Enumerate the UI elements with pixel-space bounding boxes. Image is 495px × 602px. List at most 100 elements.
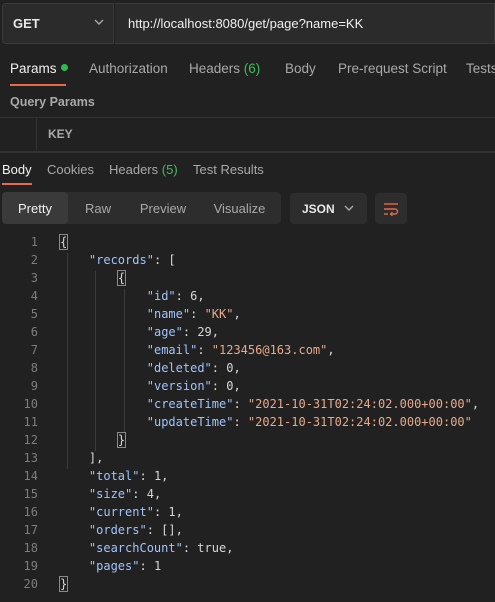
pane-divider[interactable] xyxy=(0,152,495,153)
json-key: "size" xyxy=(88,487,133,501)
code-line: } xyxy=(116,432,127,448)
wrap-lines-button[interactable] xyxy=(375,193,407,224)
json-key: "searchCount" xyxy=(88,541,183,555)
code-line: "current": 1, xyxy=(89,505,183,519)
json-key: "id" xyxy=(146,289,176,303)
brace-close: } xyxy=(116,432,127,448)
tab-prerequest-script[interactable]: Pre-request Script xyxy=(338,61,447,76)
code-line: ], xyxy=(89,451,103,465)
json-key: "createTime" xyxy=(146,397,234,411)
line-number: 1 xyxy=(30,235,38,249)
code-line: { xyxy=(58,234,69,250)
tab-headers[interactable]: Headers (6) xyxy=(189,61,260,76)
query-params-title: Query Params xyxy=(10,95,95,109)
raw-button[interactable]: Raw xyxy=(68,192,128,224)
json-key: "name" xyxy=(146,307,191,321)
line-number: 19 xyxy=(23,559,38,573)
tab-response-headers[interactable]: Headers (5) xyxy=(109,162,178,177)
indent-guide xyxy=(95,271,96,451)
code-line: { xyxy=(116,270,127,286)
code-line: "deleted": 0, xyxy=(147,361,241,375)
tab-headers-label: Headers xyxy=(189,61,241,76)
line-number: 16 xyxy=(23,505,38,519)
punctuation: , xyxy=(327,343,335,357)
punctuation: : xyxy=(233,415,248,429)
code-line: "pages": 1 xyxy=(89,559,161,573)
line-number: 11 xyxy=(23,415,38,429)
tab-params[interactable]: Params xyxy=(10,61,68,76)
punctuation: , xyxy=(233,379,241,393)
tab-cookies[interactable]: Cookies xyxy=(47,162,94,177)
punctuation: , xyxy=(471,397,480,411)
tab-tests[interactable]: Tests xyxy=(466,61,495,76)
indent-guide xyxy=(124,289,125,433)
code-line: "email": "123456@163.com", xyxy=(147,343,335,357)
active-response-tab-underline xyxy=(2,183,32,185)
json-key: "version" xyxy=(146,379,212,393)
url-input[interactable]: http://localhost:8080/get/page?name=KK xyxy=(115,3,495,44)
json-value: "2021-10-31T02:24:02.000+00:00" xyxy=(247,415,472,429)
line-number: 5 xyxy=(30,307,38,321)
code-line: "version": 0, xyxy=(147,379,241,393)
json-value: 1 xyxy=(168,505,176,519)
json-key: "records" xyxy=(88,253,154,267)
line-number: 7 xyxy=(30,343,38,357)
method-select[interactable]: GET xyxy=(2,3,114,44)
code-line: "size": 4, xyxy=(89,487,161,501)
code-line: "records": [ xyxy=(89,253,176,267)
code-line: "name": "KK", xyxy=(147,307,241,321)
preview-button[interactable]: Preview xyxy=(128,192,198,224)
line-number: 12 xyxy=(23,433,38,447)
punctuation: , xyxy=(233,307,241,321)
code-line: "createTime": "2021-10-31T02:24:02.000+0… xyxy=(147,397,479,411)
tab-body[interactable]: Body xyxy=(285,61,316,76)
json-value: "2021-10-31T02:24:02.000+00:00" xyxy=(247,397,472,411)
punctuation: : [ xyxy=(153,253,176,267)
tab-test-results[interactable]: Test Results xyxy=(193,162,264,177)
line-number: 3 xyxy=(30,271,38,285)
params-active-dot xyxy=(60,64,68,71)
params-table-header xyxy=(0,117,495,152)
chevron-down-icon xyxy=(344,205,354,211)
tab-response-body[interactable]: Body xyxy=(2,162,32,177)
json-value: 29 xyxy=(197,325,212,339)
indent-guide xyxy=(67,253,68,469)
punctuation: ], xyxy=(88,451,104,465)
punctuation: , xyxy=(211,325,220,339)
line-number: 10 xyxy=(23,397,38,411)
punctuation: , xyxy=(226,541,234,555)
line-number: 15 xyxy=(23,487,38,501)
punctuation: , xyxy=(175,505,183,519)
brace-open: { xyxy=(116,270,127,286)
punctuation: : xyxy=(139,559,154,573)
method-label: GET xyxy=(13,16,40,31)
line-number: 2 xyxy=(30,253,38,267)
json-value: 4 xyxy=(146,487,154,501)
pretty-button[interactable]: Pretty xyxy=(2,192,68,224)
format-select[interactable]: JSON xyxy=(290,193,367,224)
punctuation: , xyxy=(153,487,162,501)
tab-response-headers-label: Headers xyxy=(109,162,159,177)
punctuation: : xyxy=(139,469,154,483)
request-tabs: Params Authorization Headers (6) Body Pr… xyxy=(0,52,495,86)
punctuation: : xyxy=(211,361,227,375)
line-number: 17 xyxy=(23,523,38,537)
punctuation: : xyxy=(211,379,227,393)
brace-open: { xyxy=(58,234,69,250)
punctuation: : xyxy=(182,541,198,555)
tab-authorization[interactable]: Authorization xyxy=(89,61,168,76)
json-key: "pages" xyxy=(88,559,140,573)
response-headers-count: (5) xyxy=(161,162,178,177)
punctuation: : xyxy=(182,325,198,339)
visualize-button[interactable]: Visualize xyxy=(198,192,281,224)
json-value: [] xyxy=(161,523,176,537)
line-number: 9 xyxy=(30,379,38,393)
punctuation: , xyxy=(197,289,205,303)
code-line: "updateTime": "2021-10-31T02:24:02.000+0… xyxy=(147,415,472,429)
code-line: "age": 29, xyxy=(147,325,219,339)
json-value: "123456@163.com" xyxy=(211,343,328,357)
code-line: "orders": [], xyxy=(89,523,183,537)
format-label: JSON xyxy=(302,201,335,216)
line-number: 14 xyxy=(23,469,38,483)
json-key: "email" xyxy=(146,343,198,357)
